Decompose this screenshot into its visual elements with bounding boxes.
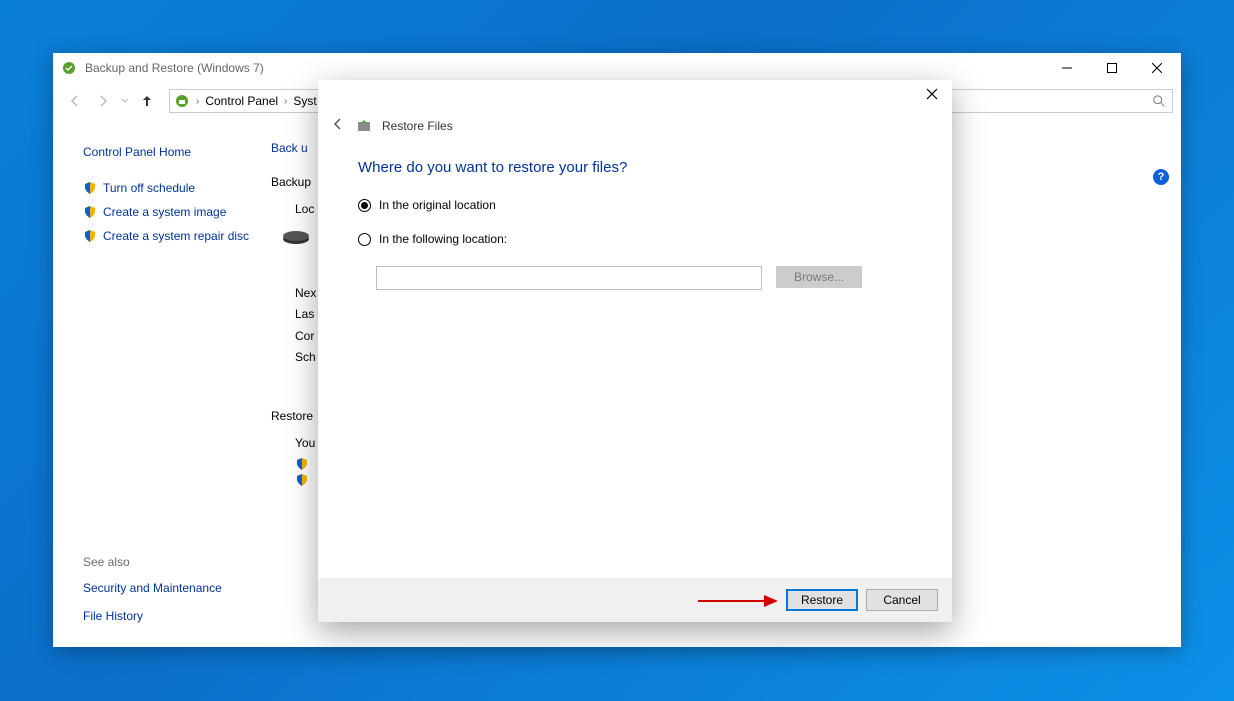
shield-icon xyxy=(295,457,309,471)
dialog-title: Restore Files xyxy=(382,119,453,133)
sidebar-task-label: Turn off schedule xyxy=(103,181,195,195)
maximize-button[interactable] xyxy=(1089,54,1134,82)
cancel-button[interactable]: Cancel xyxy=(866,589,938,611)
breadcrumb-item[interactable]: Control Panel xyxy=(205,94,278,108)
sidebar-task-create-system-image[interactable]: Create a system image xyxy=(83,205,251,219)
location-input[interactable] xyxy=(376,266,762,290)
window-controls xyxy=(1044,54,1179,82)
sidebar-task-label: Create a system repair disc xyxy=(103,229,249,243)
shield-icon xyxy=(83,181,97,195)
app-icon xyxy=(61,60,77,76)
chevron-right-icon: › xyxy=(284,96,287,107)
nav-forward-button[interactable] xyxy=(91,89,115,113)
restore-icon xyxy=(356,118,372,134)
nav-back-button[interactable] xyxy=(63,89,87,113)
sidebar-task-label: Create a system image xyxy=(103,205,226,219)
location-row: Browse... xyxy=(376,266,912,290)
sidebar: Control Panel Home Turn off schedule Cre… xyxy=(53,119,271,647)
annotation-arrow xyxy=(698,592,778,610)
nav-up-button[interactable] xyxy=(135,89,159,113)
dialog-header xyxy=(318,80,952,120)
shield-icon xyxy=(295,473,309,487)
close-button[interactable] xyxy=(1134,54,1179,82)
breadcrumb-item[interactable]: Syst xyxy=(293,94,316,108)
dialog-body: Where do you want to restore your files?… xyxy=(318,135,952,578)
see-also-link-security[interactable]: Security and Maintenance xyxy=(83,581,251,595)
restore-button[interactable]: Restore xyxy=(786,589,858,611)
restore-files-dialog: Restore Files Where do you want to resto… xyxy=(318,80,952,622)
dialog-subheader: Restore Files xyxy=(318,116,952,135)
control-panel-home-link[interactable]: Control Panel Home xyxy=(83,145,251,159)
titlebar: Backup and Restore (Windows 7) xyxy=(53,53,1181,83)
see-also-link-file-history[interactable]: File History xyxy=(83,609,251,623)
shield-icon xyxy=(83,205,97,219)
radio-button-icon xyxy=(358,199,371,212)
help-icon[interactable]: ? xyxy=(1153,169,1169,185)
search-icon xyxy=(1152,94,1166,108)
shield-icon xyxy=(83,229,97,243)
radio-label: In the original location xyxy=(379,198,496,212)
radio-following-location[interactable]: In the following location: xyxy=(358,232,912,246)
search-input[interactable] xyxy=(918,89,1173,113)
radio-label: In the following location: xyxy=(379,232,507,246)
sidebar-task-turn-off-schedule[interactable]: Turn off schedule xyxy=(83,181,251,195)
chevron-right-icon: › xyxy=(196,96,199,107)
sidebar-task-create-repair-disc[interactable]: Create a system repair disc xyxy=(83,229,251,243)
dialog-footer: Restore Cancel xyxy=(318,578,952,622)
minimize-button[interactable] xyxy=(1044,54,1089,82)
window-title: Backup and Restore (Windows 7) xyxy=(85,61,1044,75)
nav-recent-dropdown[interactable] xyxy=(119,89,131,113)
radio-button-icon xyxy=(358,233,371,246)
see-also-heading: See also xyxy=(83,555,251,569)
dialog-heading: Where do you want to restore your files? xyxy=(358,159,912,176)
drive-icon xyxy=(281,227,311,247)
dialog-back-button[interactable] xyxy=(330,116,346,135)
radio-original-location[interactable]: In the original location xyxy=(358,198,912,212)
breadcrumb-icon xyxy=(174,93,190,109)
browse-button: Browse... xyxy=(776,266,862,288)
dialog-close-button[interactable] xyxy=(926,88,938,103)
